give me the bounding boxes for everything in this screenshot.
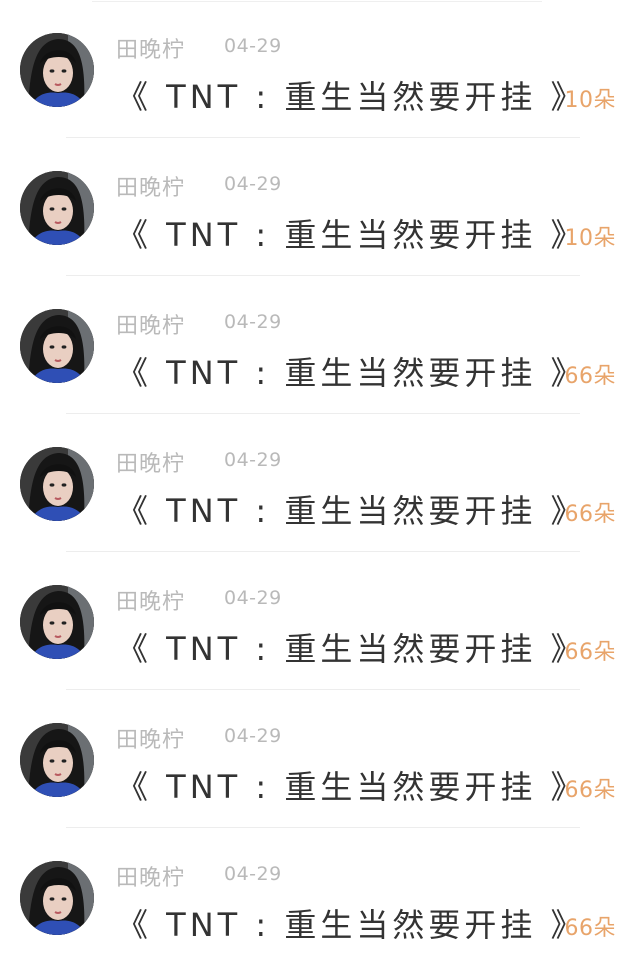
comment-date: 04-29 — [224, 449, 282, 471]
username[interactable]: 田晚柠 — [116, 170, 185, 202]
avatar[interactable] — [20, 33, 94, 107]
username[interactable]: 田晚柠 — [116, 32, 185, 64]
comment-date: 04-29 — [224, 35, 282, 57]
gift-count: 10朵 — [564, 88, 616, 113]
avatar-photo-icon — [20, 585, 94, 659]
comment-message: 《 TNT : 重生当然要开挂 》 — [116, 906, 587, 944]
username[interactable]: 田晚柠 — [116, 722, 185, 754]
username[interactable]: 田晚柠 — [116, 308, 185, 340]
comment-message: 《 TNT : 重生当然要开挂 》 — [116, 492, 587, 530]
avatar-photo-icon — [20, 33, 94, 107]
comment-message: 《 TNT : 重生当然要开挂 》 — [116, 78, 587, 116]
comment-date: 04-29 — [224, 173, 282, 195]
gift-count: 66朵 — [564, 916, 616, 941]
avatar[interactable] — [20, 171, 94, 245]
avatar[interactable] — [20, 309, 94, 383]
avatar[interactable] — [20, 585, 94, 659]
comment-row[interactable]: 田晚柠 04-29 《 TNT : 重生当然要开挂 》 66朵 — [0, 276, 640, 414]
comment-list: 田晚柠 04-29 《 TNT : 重生当然要开挂 》 10朵 田晚柠 04-2… — [0, 0, 640, 972]
avatar-photo-icon — [20, 171, 94, 245]
comment-date: 04-29 — [224, 311, 282, 333]
avatar-photo-icon — [20, 723, 94, 797]
avatar[interactable] — [20, 861, 94, 935]
gift-count: 66朵 — [564, 364, 616, 389]
comment-row[interactable]: 田晚柠 04-29 《 TNT : 重生当然要开挂 》 66朵 — [0, 828, 640, 966]
comment-date: 04-29 — [224, 725, 282, 747]
comment-date: 04-29 — [224, 587, 282, 609]
comment-row[interactable]: 田晚柠 04-29 《 TNT : 重生当然要开挂 》 66朵 — [0, 552, 640, 690]
comment-message: 《 TNT : 重生当然要开挂 》 — [116, 630, 587, 668]
comment-message: 《 TNT : 重生当然要开挂 》 — [116, 768, 587, 806]
username[interactable]: 田晚柠 — [116, 860, 185, 892]
comment-row[interactable]: 田晚柠 04-29 《 TNT : 重生当然要开挂 》 10朵 — [0, 0, 640, 138]
comment-row[interactable]: 田晚柠 04-29 《 TNT : 重生当然要开挂 》 10朵 — [0, 138, 640, 276]
avatar[interactable] — [20, 723, 94, 797]
comment-message: 《 TNT : 重生当然要开挂 》 — [116, 354, 587, 392]
comment-message: 《 TNT : 重生当然要开挂 》 — [116, 216, 587, 254]
username[interactable]: 田晚柠 — [116, 584, 185, 616]
avatar-photo-icon — [20, 309, 94, 383]
gift-count: 66朵 — [564, 640, 616, 665]
avatar[interactable] — [20, 447, 94, 521]
avatar-photo-icon — [20, 447, 94, 521]
gift-count: 10朵 — [564, 226, 616, 251]
gift-count: 66朵 — [564, 778, 616, 803]
comment-date: 04-29 — [224, 863, 282, 885]
username[interactable]: 田晚柠 — [116, 446, 185, 478]
comment-row[interactable]: 田晚柠 04-29 《 TNT : 重生当然要开挂 》 66朵 — [0, 414, 640, 552]
gift-count: 66朵 — [564, 502, 616, 527]
avatar-photo-icon — [20, 861, 94, 935]
comment-row[interactable]: 田晚柠 04-29 《 TNT : 重生当然要开挂 》 66朵 — [0, 690, 640, 828]
